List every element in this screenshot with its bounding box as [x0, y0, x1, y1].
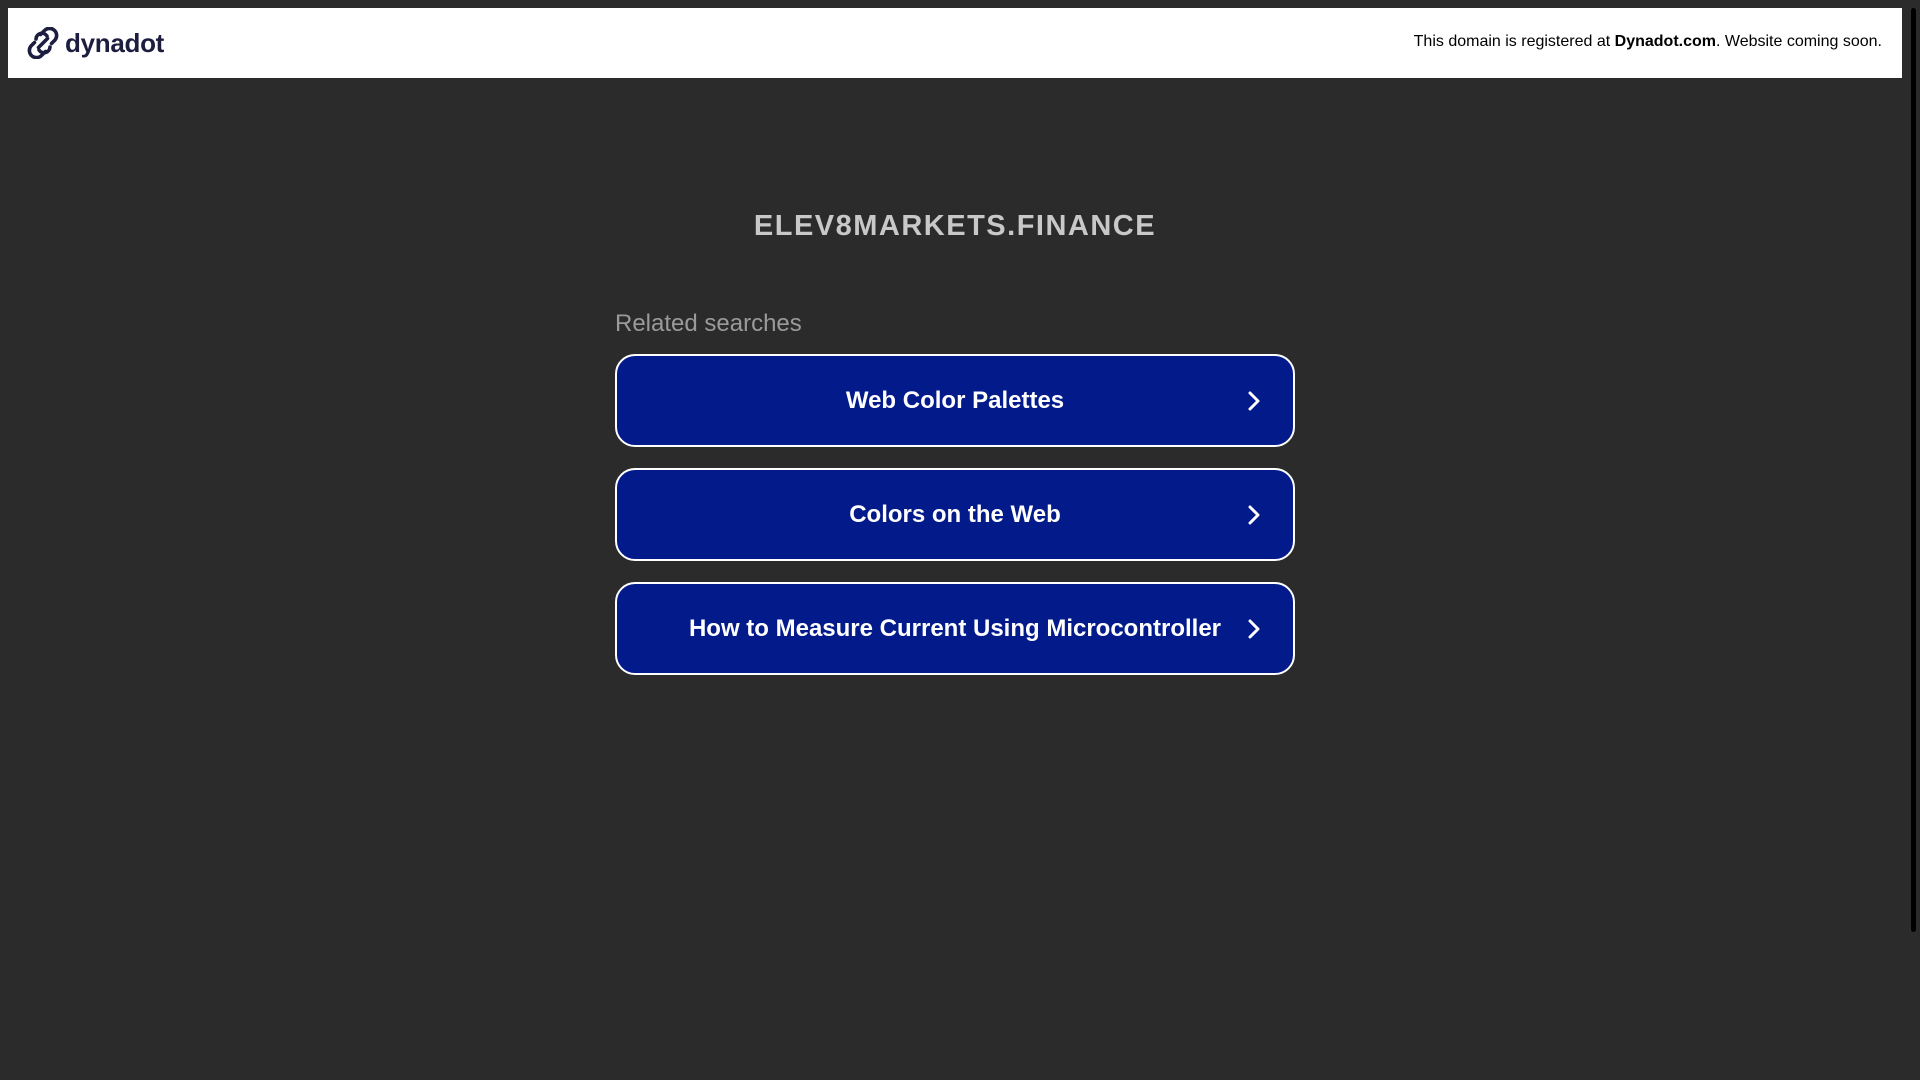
registration-notice: This domain is registered at Dynadot.com…: [1414, 33, 1882, 51]
chevron-right-icon: [1248, 391, 1260, 410]
related-searches: Related searches Web Color Palettes Colo…: [615, 308, 1295, 696]
notice-prefix: This domain is registered at: [1413, 33, 1615, 50]
dynadot-logo-link[interactable]: dynadot: [27, 26, 164, 60]
related-searches-heading: Related searches: [615, 310, 802, 337]
search-link-label: Web Color Palettes: [845, 386, 1065, 414]
search-link-colors-on-the-web[interactable]: Colors on the Web: [615, 468, 1295, 561]
parked-domain-page: dynadot This domain is registered at Dyn…: [0, 0, 1920, 1080]
search-link-label: How to Measure Current Using Microcontro…: [688, 614, 1222, 642]
notice-brand: Dynadot.com: [1614, 33, 1716, 50]
logo-wordmark: dynadot: [65, 27, 165, 58]
dynadot-link-icon: [27, 27, 59, 59]
scrollbar-thumb[interactable]: [1911, 8, 1916, 932]
domain-title: ELEV8MARKETS.FINANCE: [753, 210, 1157, 242]
vertical-scrollbar[interactable]: [1902, 0, 1920, 1080]
chevron-right-icon: [1248, 505, 1260, 524]
header-bar: dynadot This domain is registered at Dyn…: [8, 8, 1902, 78]
search-link-measure-current-microcontroller[interactable]: How to Measure Current Using Microcontro…: [615, 582, 1295, 675]
notice-suffix: . Website coming soon.: [1715, 33, 1882, 50]
search-link-web-color-palettes[interactable]: Web Color Palettes: [615, 354, 1295, 447]
chevron-right-icon: [1248, 619, 1260, 638]
search-link-label: Colors on the Web: [849, 500, 1061, 528]
